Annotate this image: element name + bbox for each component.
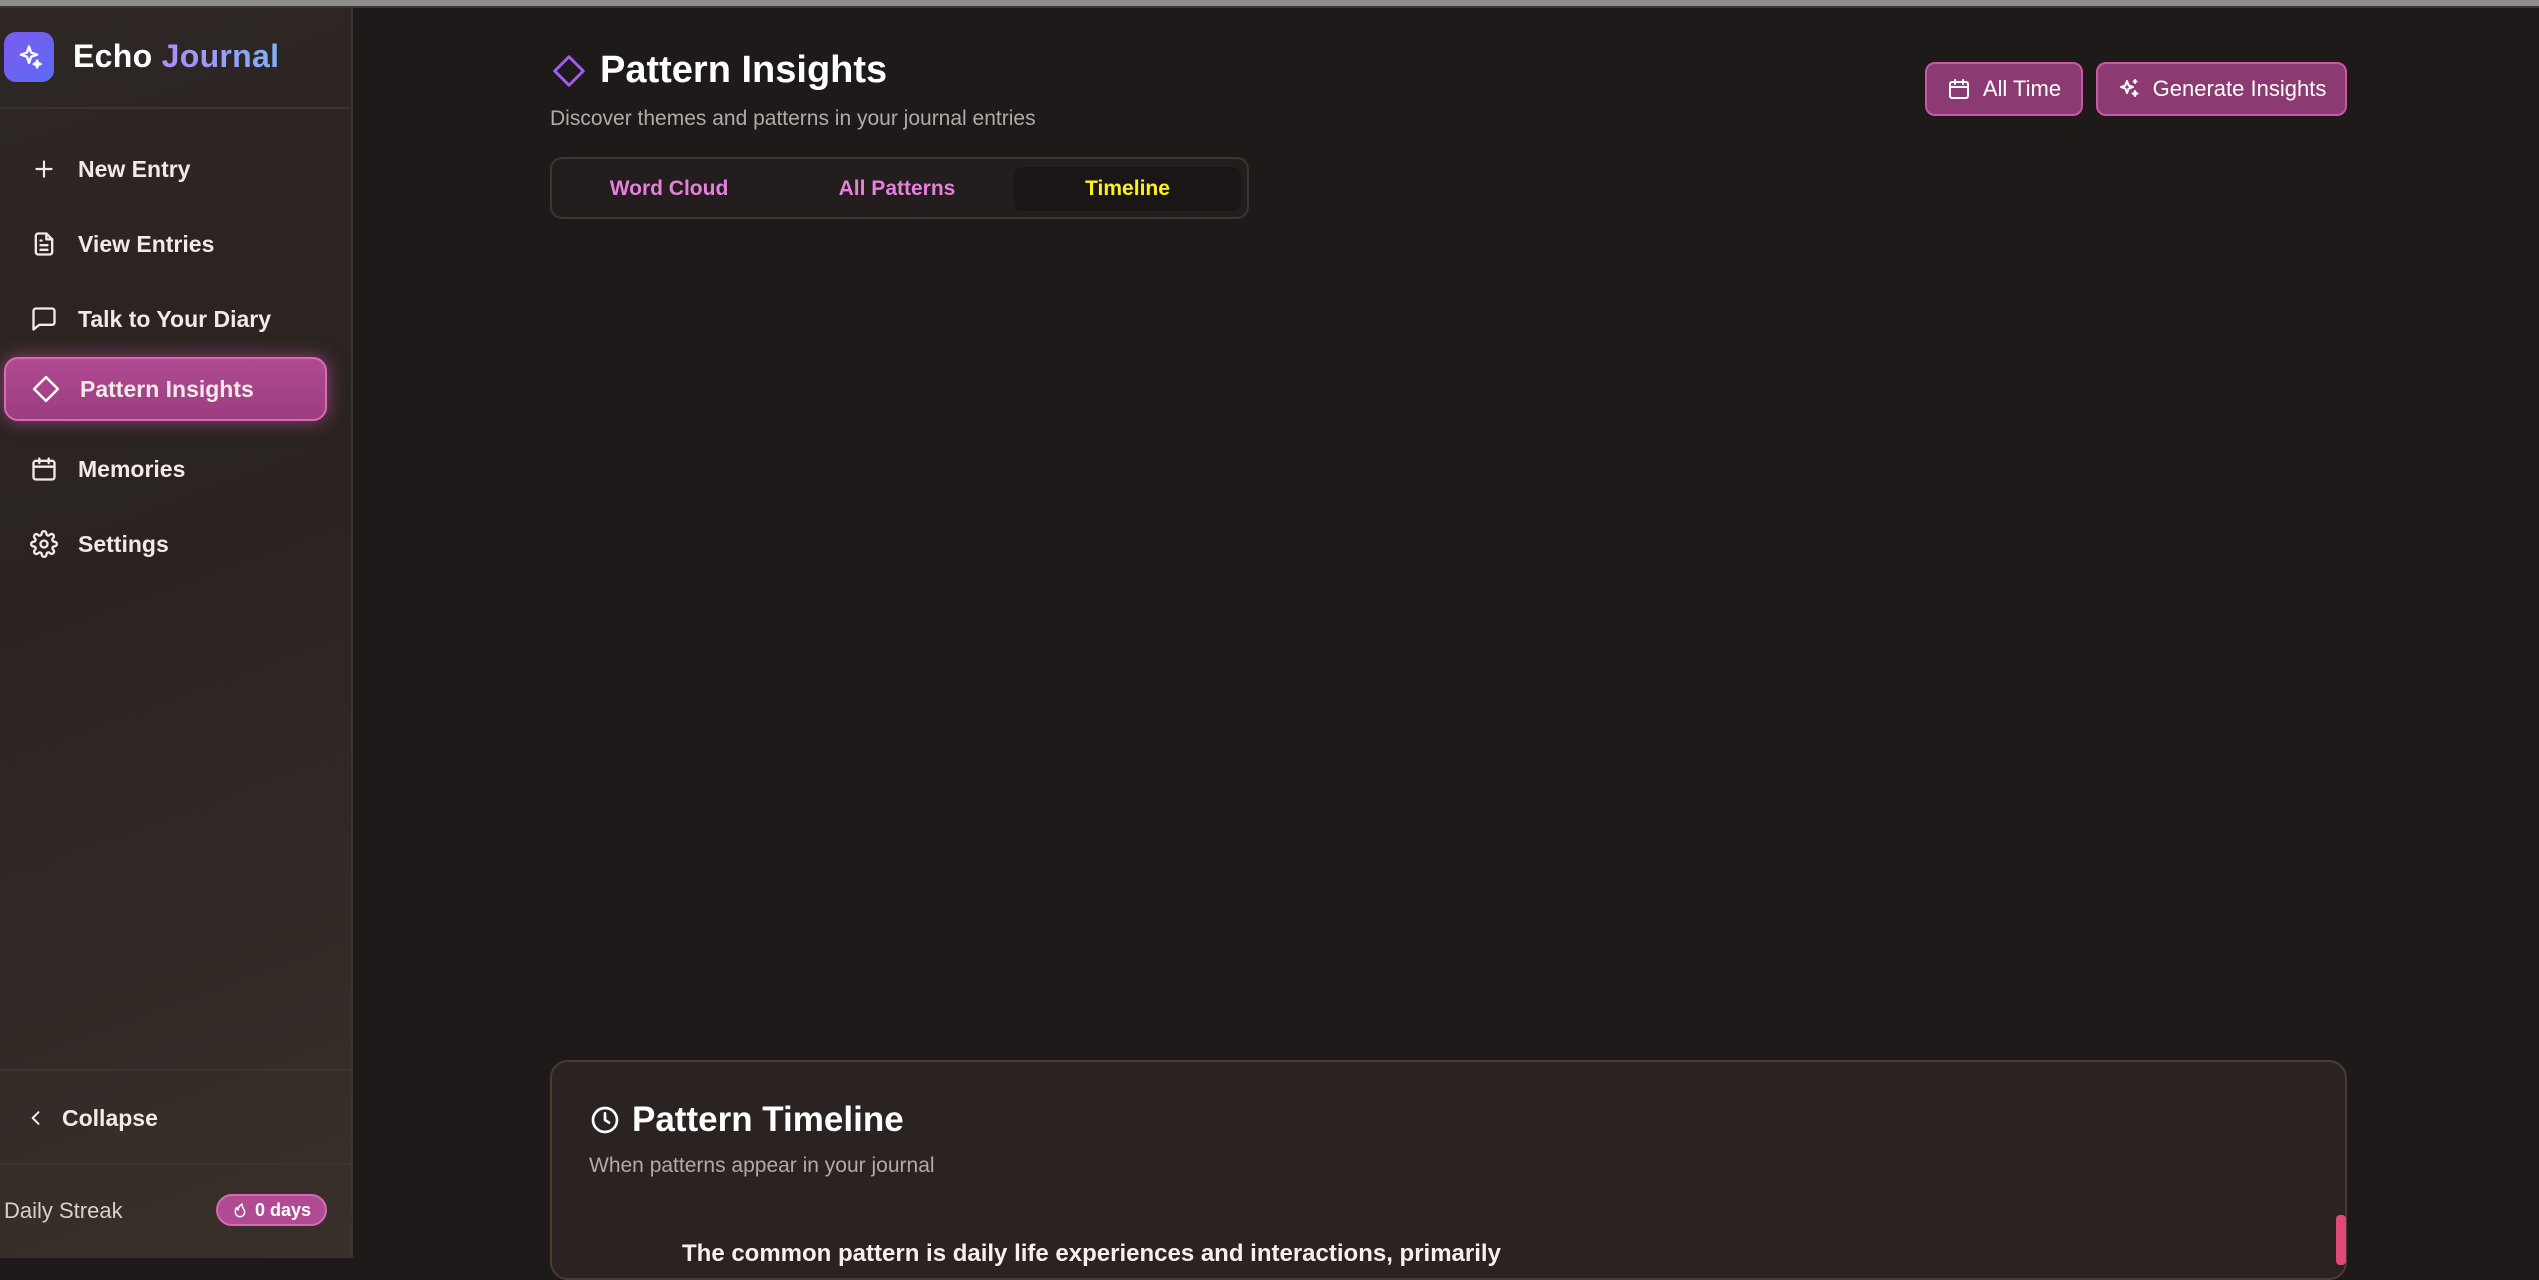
generate-insights-button[interactable]: Generate Insights bbox=[2096, 62, 2347, 116]
streak-badge: 0 days bbox=[216, 1194, 327, 1226]
sidebar-item-new-entry[interactable]: New Entry bbox=[4, 137, 327, 201]
generate-insights-label: Generate Insights bbox=[2152, 76, 2327, 101]
tab-word-cloud[interactable]: Word Cloud bbox=[558, 167, 780, 211]
sidebar-divider bbox=[0, 1163, 351, 1165]
streak-value: 0 days bbox=[254, 1199, 312, 1220]
diamond-icon bbox=[550, 52, 588, 90]
daily-streak-label: Daily Streak bbox=[4, 1198, 123, 1223]
document-icon bbox=[28, 228, 60, 260]
flame-icon bbox=[232, 1202, 248, 1218]
app-name-second: Journal bbox=[161, 38, 280, 74]
card-title: Pattern Timeline bbox=[632, 1100, 904, 1139]
collapse-label: Collapse bbox=[62, 1104, 158, 1131]
time-filter-button[interactable]: All Time bbox=[1925, 62, 2083, 116]
sidebar-item-view-entries[interactable]: View Entries bbox=[4, 212, 327, 276]
time-filter-label: All Time bbox=[1982, 76, 2062, 101]
sparkles-icon bbox=[2117, 77, 2141, 101]
card-subtitle: When patterns appear in your journal bbox=[589, 1154, 935, 1177]
page-title: Pattern Insights bbox=[600, 49, 888, 91]
plus-icon bbox=[28, 153, 60, 185]
sidebar-item-label: New Entry bbox=[78, 155, 191, 182]
sidebar-item-label: Pattern Insights bbox=[80, 375, 254, 402]
diamond-icon bbox=[30, 373, 62, 405]
app-name: Echo Journal bbox=[73, 38, 279, 75]
sidebar-divider bbox=[0, 1069, 351, 1071]
sparkles-logo-icon bbox=[4, 32, 54, 82]
calendar-icon bbox=[28, 453, 60, 485]
collapse-button[interactable]: Collapse bbox=[26, 1098, 158, 1138]
sidebar-item-label: Talk to Your Diary bbox=[78, 305, 271, 332]
sidebar: Echo Journal New Entry View Entries Talk… bbox=[0, 8, 353, 1258]
app-name-first: Echo bbox=[73, 38, 153, 74]
sidebar-item-memories[interactable]: Memories bbox=[4, 437, 327, 501]
page-subtitle: Discover themes and patterns in your jou… bbox=[550, 107, 1036, 130]
chevron-left-icon bbox=[26, 1108, 46, 1128]
brand-header: Echo Journal bbox=[0, 8, 351, 109]
timeline-entry-text: The common pattern is daily life experie… bbox=[682, 1240, 1501, 1267]
sidebar-item-label: Memories bbox=[78, 455, 186, 482]
insights-tabs: Word Cloud All Patterns Timeline bbox=[550, 157, 1249, 219]
tab-all-patterns[interactable]: All Patterns bbox=[786, 167, 1008, 211]
gear-icon bbox=[28, 528, 60, 560]
calendar-icon bbox=[1947, 77, 1971, 101]
sidebar-item-label: Settings bbox=[78, 530, 169, 557]
tab-timeline[interactable]: Timeline bbox=[1014, 167, 1241, 211]
card-header: Pattern Timeline bbox=[588, 1100, 904, 1140]
sidebar-item-pattern-insights[interactable]: Pattern Insights bbox=[4, 357, 327, 421]
sidebar-item-talk-to-diary[interactable]: Talk to Your Diary bbox=[4, 287, 327, 351]
page-header: Pattern Insights bbox=[550, 49, 887, 92]
clock-icon bbox=[588, 1103, 622, 1137]
chat-bubble-icon bbox=[28, 303, 60, 335]
window-top-border bbox=[0, 0, 2539, 8]
sidebar-item-settings[interactable]: Settings bbox=[4, 512, 327, 576]
pattern-timeline-card: Pattern Timeline When patterns appear in… bbox=[550, 1060, 2347, 1280]
sidebar-item-label: View Entries bbox=[78, 230, 215, 257]
